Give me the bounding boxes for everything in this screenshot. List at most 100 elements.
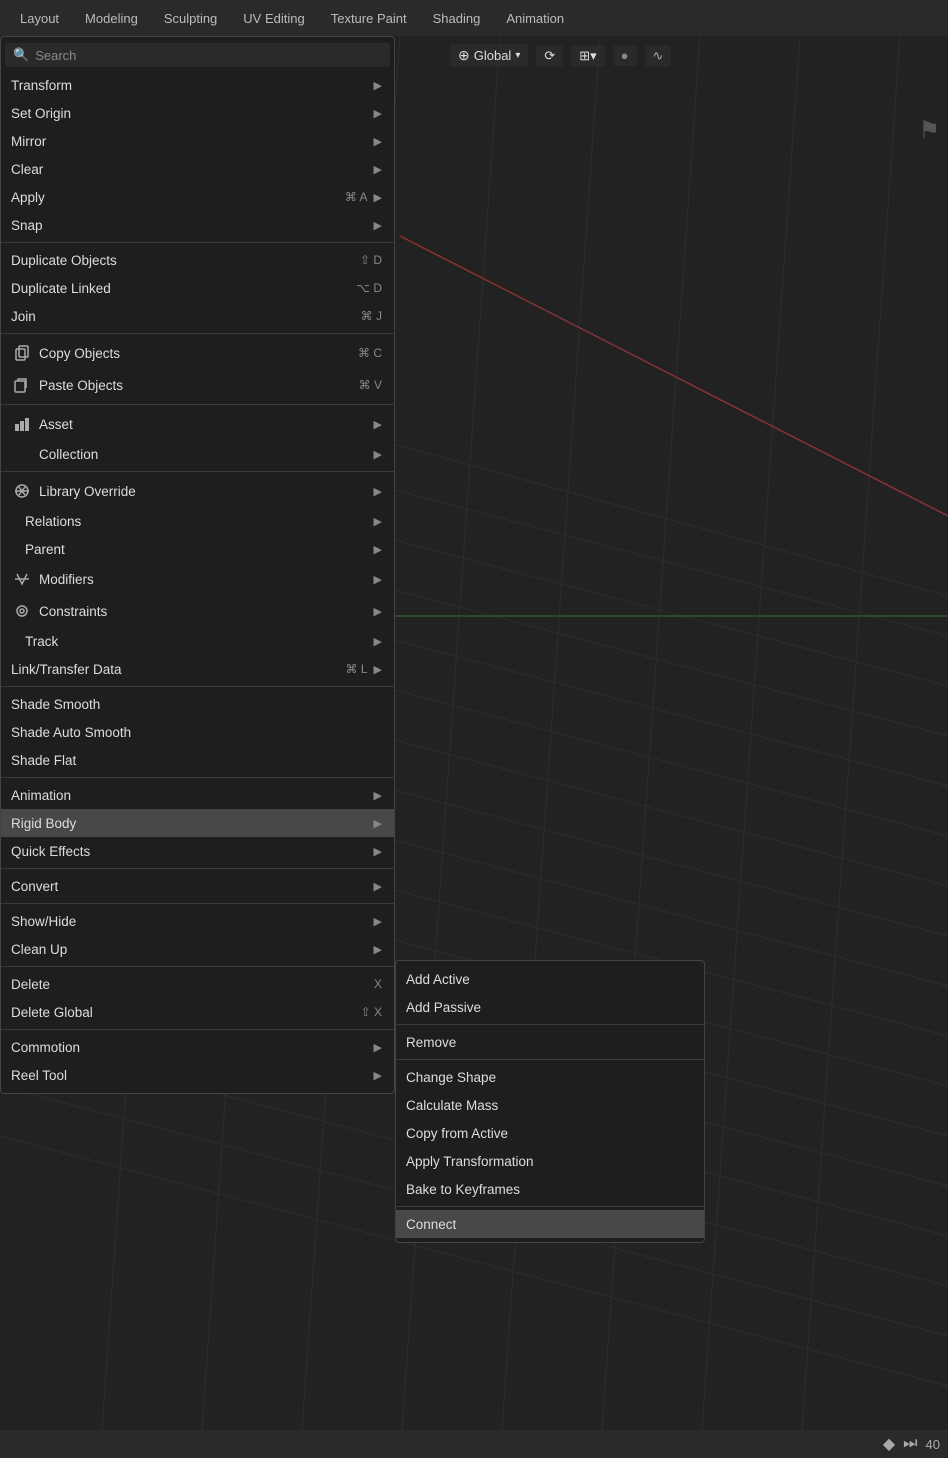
timeline-controls: ◆ ⏭ 40 — [883, 1434, 940, 1454]
menu-item-clean-up[interactable]: Clean Up ▶ — [1, 935, 394, 963]
menu-item-constraints[interactable]: Constraints ▶ — [1, 595, 394, 627]
separator-7 — [1, 868, 394, 869]
copy-icon — [11, 342, 33, 364]
menu-item-shade-auto-smooth[interactable]: Shade Auto Smooth — [1, 718, 394, 746]
modifiers-icon — [11, 568, 33, 590]
menu-item-clear[interactable]: Clear ▶ — [1, 155, 394, 183]
menu-item-relations[interactable]: Relations ▶ — [1, 507, 394, 535]
separator-10 — [1, 1029, 394, 1030]
menu-item-animation[interactable]: Animation ▶ — [1, 781, 394, 809]
tab-sculpting[interactable]: Sculpting — [152, 7, 229, 30]
menu-item-convert[interactable]: Convert ▶ — [1, 872, 394, 900]
menu-item-parent[interactable]: Parent ▶ — [1, 535, 394, 563]
submenu-item-bake-to-keyframes[interactable]: Bake to Keyframes — [396, 1175, 704, 1203]
arrow-icon: ▶ — [374, 573, 382, 586]
arrow-icon: ▶ — [374, 845, 382, 858]
sub-separator-2 — [396, 1059, 704, 1060]
menu-item-delete-global[interactable]: Delete Global ⇧ X — [1, 998, 394, 1026]
menu-search-bar[interactable]: 🔍 Search — [5, 43, 390, 67]
submenu-item-add-passive[interactable]: Add Passive — [396, 993, 704, 1021]
sub-separator-1 — [396, 1024, 704, 1025]
separator-5 — [1, 686, 394, 687]
menu-item-duplicate-objects[interactable]: Duplicate Objects ⇧ D — [1, 246, 394, 274]
viewport-flag-icon: ⚑ — [918, 116, 940, 145]
tab-uv-editing[interactable]: UV Editing — [231, 7, 316, 30]
arrow-icon: ▶ — [374, 135, 382, 148]
menu-item-copy-objects[interactable]: Copy Objects ⌘ C — [1, 337, 394, 369]
menu-item-rigid-body[interactable]: Rigid Body ▶ — [1, 809, 394, 837]
arrow-icon: ▶ — [374, 163, 382, 176]
proportional-edit-button[interactable]: ⟳ — [536, 45, 563, 67]
menu-item-reel-tool[interactable]: Reel Tool ▶ — [1, 1061, 394, 1089]
constraints-icon — [11, 600, 33, 622]
search-placeholder: Search — [35, 48, 76, 63]
menu-item-mirror[interactable]: Mirror ▶ — [1, 127, 394, 155]
tab-texture-paint[interactable]: Texture Paint — [319, 7, 419, 30]
tab-animation[interactable]: Animation — [494, 7, 576, 30]
arrow-icon: ▶ — [374, 543, 382, 556]
arrow-icon: ▶ — [374, 635, 382, 648]
tab-modeling[interactable]: Modeling — [73, 7, 150, 30]
menu-item-join[interactable]: Join ⌘ J — [1, 302, 394, 330]
menu-item-asset[interactable]: Asset ▶ — [1, 408, 394, 440]
menu-item-track[interactable]: Track ▶ — [1, 627, 394, 655]
menu-item-show-hide[interactable]: Show/Hide ▶ — [1, 907, 394, 935]
arrow-icon: ▶ — [374, 915, 382, 928]
separator-8 — [1, 903, 394, 904]
submenu-item-apply-transformation[interactable]: Apply Transformation — [396, 1147, 704, 1175]
viewport-controls: ⊕ Global ▾ ⟳ ⊞▾ ● ∿ — [450, 44, 671, 67]
submenu-item-remove[interactable]: Remove — [396, 1028, 704, 1056]
rigid-body-submenu: Add Active Add Passive Remove Change Sha… — [395, 960, 705, 1243]
asset-icon — [11, 413, 33, 435]
arrow-icon: ▶ — [374, 663, 382, 676]
menu-item-library-override[interactable]: Library Override ▶ — [1, 475, 394, 507]
frame-number: 40 — [926, 1437, 940, 1452]
menu-item-transform[interactable]: Transform ▶ — [1, 71, 394, 99]
menu-item-link-transfer[interactable]: Link/Transfer Data ⌘ L ▶ — [1, 655, 394, 683]
menu-item-duplicate-linked[interactable]: Duplicate Linked ⌥ D — [1, 274, 394, 302]
sub-separator-3 — [396, 1206, 704, 1207]
arrow-icon: ▶ — [374, 191, 382, 204]
menu-item-shade-smooth[interactable]: Shade Smooth — [1, 690, 394, 718]
menu-item-apply[interactable]: Apply ⌘ A ▶ — [1, 183, 394, 211]
skip-to-end-icon[interactable]: ⏭ — [903, 1435, 917, 1453]
menu-item-quick-effects[interactable]: Quick Effects ▶ — [1, 837, 394, 865]
submenu-item-copy-from-active[interactable]: Copy from Active — [396, 1119, 704, 1147]
arrow-icon: ▶ — [374, 485, 382, 498]
separator-4 — [1, 471, 394, 472]
menu-item-delete[interactable]: Delete X — [1, 970, 394, 998]
menu-item-shade-flat[interactable]: Shade Flat — [1, 746, 394, 774]
arrow-icon: ▶ — [374, 515, 382, 528]
menu-item-collection[interactable]: Collection ▶ — [1, 440, 394, 468]
submenu-item-change-shape[interactable]: Change Shape — [396, 1063, 704, 1091]
render-button[interactable]: ● — [613, 45, 637, 66]
curve-button[interactable]: ∿ — [645, 45, 672, 67]
tab-shading[interactable]: Shading — [421, 7, 493, 30]
separator-6 — [1, 777, 394, 778]
snap-button[interactable]: ⊞▾ — [571, 45, 604, 67]
separator-9 — [1, 966, 394, 967]
search-icon: 🔍 — [13, 47, 29, 63]
menu-item-set-origin[interactable]: Set Origin ▶ — [1, 99, 394, 127]
top-bar: Layout Modeling Sculpting UV Editing Tex… — [0, 0, 948, 36]
menu-item-snap[interactable]: Snap ▶ — [1, 211, 394, 239]
arrow-icon: ▶ — [374, 789, 382, 802]
arrow-icon: ▶ — [374, 79, 382, 92]
arrow-icon: ▶ — [374, 605, 382, 618]
submenu-item-calculate-mass[interactable]: Calculate Mass — [396, 1091, 704, 1119]
menu-item-commotion[interactable]: Commotion ▶ — [1, 1033, 394, 1061]
menu-item-modifiers[interactable]: Modifiers ▶ — [1, 563, 394, 595]
arrow-icon: ▶ — [374, 418, 382, 431]
main-object-menu: 🔍 Search Transform ▶ Set Origin ▶ Mirror… — [0, 36, 395, 1094]
tab-layout[interactable]: Layout — [8, 7, 71, 30]
global-dropdown[interactable]: ⊕ Global ▾ — [450, 44, 528, 67]
timeline-bar: ◆ ⏭ 40 — [0, 1430, 948, 1458]
arrow-icon: ▶ — [374, 448, 382, 461]
keyframe-diamond-icon[interactable]: ◆ — [883, 1434, 895, 1454]
menu-item-paste-objects[interactable]: Paste Objects ⌘ V — [1, 369, 394, 401]
separator-2 — [1, 333, 394, 334]
separator-1 — [1, 242, 394, 243]
submenu-item-add-active[interactable]: Add Active — [396, 965, 704, 993]
submenu-item-connect[interactable]: Connect — [396, 1210, 704, 1238]
arrow-icon: ▶ — [374, 1041, 382, 1054]
